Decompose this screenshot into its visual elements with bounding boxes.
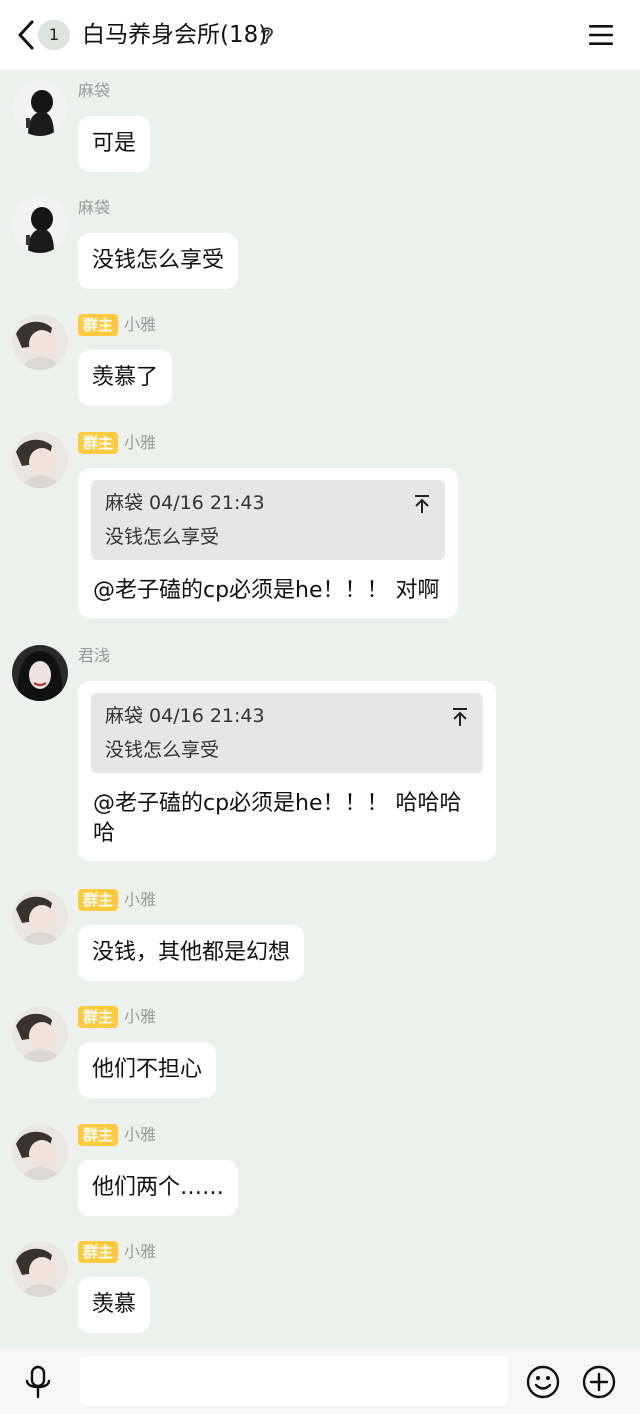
ear-icon [261, 27, 273, 44]
plus-icon[interactable] [582, 1365, 616, 1399]
avatar[interactable] [12, 1124, 68, 1180]
sender-name: 君浅 [78, 646, 111, 665]
sender-name: 小雅 [124, 1125, 157, 1144]
message-meta: 君浅 [78, 645, 110, 667]
hamburger-menu-icon[interactable] [588, 22, 614, 48]
jump-to-original-icon[interactable] [413, 494, 431, 514]
quote-text: 没钱怎么享受 [105, 526, 220, 548]
avatar[interactable] [12, 1006, 68, 1062]
avatar[interactable] [12, 889, 68, 945]
sender-name: 麻袋 [78, 81, 111, 100]
message-bubble[interactable]: 他们不担心 [78, 1042, 217, 1098]
group-owner-badge: 群主 [78, 1124, 119, 1146]
message-meta: 群主 小雅 [78, 1124, 156, 1146]
avatar[interactable] [12, 314, 68, 370]
sender-name: 麻袋 [78, 198, 111, 217]
quote-header: 麻袋 04/16 21:43 [105, 705, 265, 727]
message-meta: 群主 小雅 [78, 889, 156, 911]
message-meta: 群主 小雅 [78, 1006, 156, 1028]
message-meta: 麻袋 [78, 80, 110, 102]
message-bubble[interactable]: 没钱怎么享受 [78, 233, 239, 289]
avatar[interactable] [12, 80, 68, 136]
avatar[interactable] [12, 645, 68, 701]
quoted-message[interactable]: 麻袋 04/16 21:43 没钱怎么享受 [91, 693, 483, 773]
message-bubble[interactable]: 可是 [78, 116, 151, 172]
reply-bubble[interactable]: 麻袋 04/16 21:43 没钱怎么享受 @老子磕的cp必须是he！！！ 哈哈… [78, 681, 496, 861]
avatar[interactable] [12, 1241, 68, 1297]
message-meta: 麻袋 [78, 197, 110, 219]
message-meta: 群主 小雅 [78, 314, 156, 336]
group-owner-badge: 群主 [78, 1006, 119, 1028]
sender-name: 小雅 [124, 1007, 157, 1026]
avatar[interactable] [12, 197, 68, 253]
message-bubble[interactable]: 羡慕 [78, 1277, 151, 1333]
avatar[interactable] [12, 432, 68, 488]
group-owner-badge: 群主 [78, 432, 119, 454]
unread-count-badge[interactable]: 1 [38, 20, 70, 50]
microphone-icon[interactable] [24, 1365, 52, 1399]
message-bubble[interactable]: 没钱，其他都是幻想 [78, 925, 305, 981]
reply-bubble[interactable]: 麻袋 04/16 21:43 没钱怎么享受 @老子磕的cp必须是he！！！ 对啊 [78, 468, 458, 618]
quote-text: 没钱怎么享受 [105, 739, 220, 761]
sender-name: 小雅 [124, 890, 157, 909]
jump-to-original-icon[interactable] [451, 707, 469, 727]
group-owner-badge: 群主 [78, 1241, 119, 1263]
sender-name: 小雅 [124, 315, 157, 334]
quote-header: 麻袋 04/16 21:43 [105, 492, 265, 514]
quoted-message[interactable]: 麻袋 04/16 21:43 没钱怎么享受 [91, 480, 445, 560]
message-bubble[interactable]: 羡慕了 [78, 350, 173, 406]
reply-text: @老子磕的cp必须是he！！！ 对啊 [93, 578, 440, 603]
chat-title: 白马养身会所(18) [82, 22, 268, 48]
emoji-icon[interactable] [526, 1365, 560, 1399]
message-bubble[interactable]: 他们两个…… [78, 1160, 239, 1216]
message-input[interactable] [80, 1356, 508, 1406]
reply-text: @老子磕的cp必须是he！！！ 哈哈哈哈 [93, 791, 462, 846]
message-meta: 群主 小雅 [78, 1241, 156, 1263]
group-owner-badge: 群主 [78, 889, 119, 911]
chat-header: 1 白马养身会所(18) [0, 0, 640, 70]
group-owner-badge: 群主 [78, 314, 119, 336]
sender-name: 小雅 [124, 1242, 157, 1261]
input-bar [0, 1348, 640, 1414]
sender-name: 小雅 [124, 433, 157, 452]
message-meta: 群主 小雅 [78, 432, 156, 454]
